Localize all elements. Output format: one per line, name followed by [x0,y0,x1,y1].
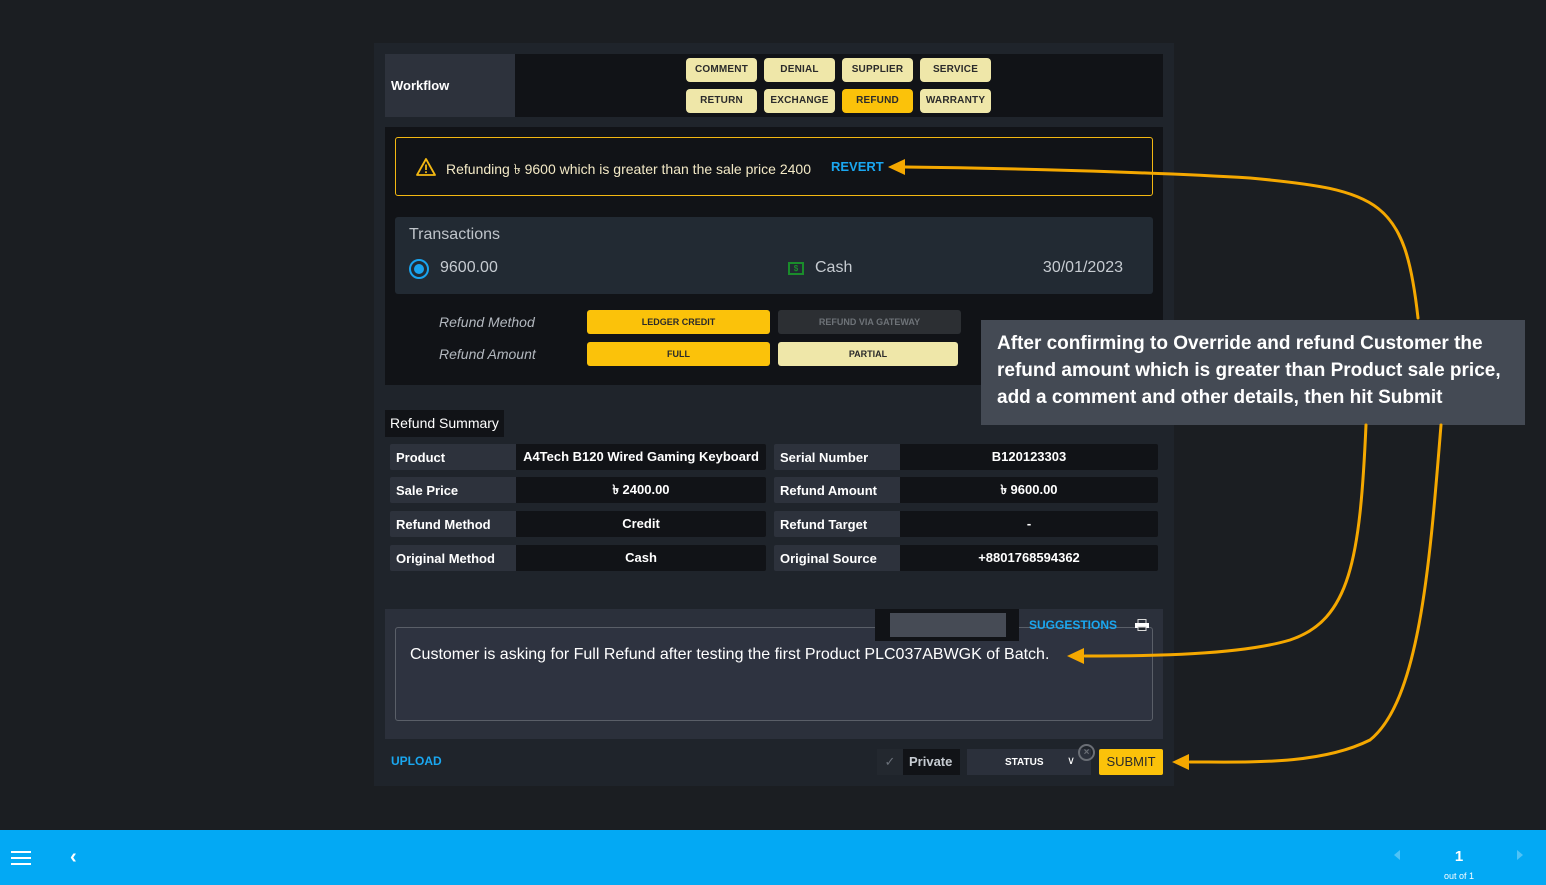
transactions-card: Transactions 9600.00 $ Cash 30/01/2023 [395,217,1153,294]
arrowhead-submit [1172,754,1189,770]
summary-key: Original Source [774,545,900,571]
summary-key: Refund Method [390,511,516,537]
refund-summary-title: Refund Summary [385,410,504,437]
summary-key: Refund Amount [774,477,900,503]
chevron-down-icon: ∨ [1067,755,1076,767]
private-toggle[interactable]: ✓ Private [877,749,960,775]
summary-value: Credit [516,511,766,537]
revert-button[interactable]: REVERT [831,159,884,174]
comment-textarea[interactable]: Customer is asking for Full Refund after… [395,627,1153,721]
previous-page-icon[interactable] [1394,850,1400,860]
transaction-method: Cash [815,259,853,276]
status-label: STATUS [1005,757,1044,768]
status-select[interactable]: STATUS ∨ [967,749,1091,775]
page: Workflow COMMENT DENIAL SUPPLIER SERVICE… [0,0,1546,885]
workflow-refund-button[interactable]: REFUND [842,89,913,113]
summary-row-refund-target: Refund Target - [774,511,1159,537]
summary-key: Sale Price [390,477,516,503]
summary-row-refund-amount: Refund Amount ৳ 9600.00 [774,477,1159,503]
transaction-radio[interactable] [409,259,429,279]
summary-key: Refund Target [774,511,900,537]
summary-row-serial-number: Serial Number B120123303 [774,444,1159,470]
summary-row-original-method: Original Method Cash [390,545,766,571]
transactions-title: Transactions [409,226,500,243]
workflow-exchange-button[interactable]: EXCHANGE [764,89,835,113]
suggestion-select [875,609,1019,641]
refund-amount-label: Refund Amount [439,346,536,362]
summary-value: A4Tech B120 Wired Gaming Keyboard [516,444,766,470]
next-page-icon[interactable] [1517,850,1523,860]
ledger-credit-button[interactable]: LEDGER CREDIT [587,310,770,334]
summary-key: Product [390,444,516,470]
summary-row-sale-price: Sale Price ৳ 2400.00 [390,477,766,503]
summary-row-original-source: Original Source +8801768594362 [774,545,1159,571]
partial-refund-button[interactable]: PARTIAL [778,342,958,366]
transaction-amount: 9600.00 [440,259,498,276]
workflow-comment-button[interactable]: COMMENT [686,58,757,82]
transaction-date: 30/01/2023 [1042,259,1123,276]
full-refund-button[interactable]: FULL [587,342,770,366]
summary-row-product: Product A4Tech B120 Wired Gaming Keyboar… [390,444,766,470]
workflow-return-button[interactable]: RETURN [686,89,757,113]
hamburger-menu-icon[interactable] [11,851,31,865]
page-number: 1 [1454,848,1464,865]
summary-value: +8801768594362 [900,545,1158,571]
print-icon[interactable] [1135,619,1149,631]
refund-method-label: Refund Method [439,314,535,330]
arrow-to-submit [1188,423,1443,764]
workflow-denial-button[interactable]: DENIAL [764,58,835,82]
override-alert: Refunding ৳ 9600 which is greater than t… [395,137,1153,196]
comment-section: Customer is asking for Full Refund after… [385,609,1163,739]
bottom-navigation-bar: ‹ 1 out of 1 [0,830,1546,885]
cash-icon: $ [788,262,804,275]
comment-text: Customer is asking for Full Refund after… [410,646,1050,663]
summary-key: Serial Number [774,444,900,470]
summary-value: Cash [516,545,766,571]
suggestion-input[interactable] [890,613,1006,637]
suggestions-button[interactable]: SUGGESTIONS [1029,618,1117,632]
workflow-warranty-button[interactable]: WARRANTY [920,89,991,113]
back-chevron-icon[interactable]: ‹ [70,846,77,869]
submit-button[interactable]: SUBMIT [1099,749,1163,775]
workflow-bar: Workflow COMMENT DENIAL SUPPLIER SERVICE… [385,54,1163,117]
annotation-callout: After confirming to Override and refund … [981,320,1525,425]
clear-status-icon[interactable]: × [1078,744,1095,761]
upload-button[interactable]: UPLOAD [391,754,442,768]
summary-value: B120123303 [900,444,1158,470]
refund-via-gateway-button[interactable]: REFUND VIA GATEWAY [778,310,961,334]
warning-icon [416,158,436,176]
summary-key: Original Method [390,545,516,571]
page-total: out of 1 [1443,871,1475,881]
alert-message: Refunding ৳ 9600 which is greater than t… [446,161,811,177]
workflow-label: Workflow [385,54,515,117]
summary-row-refund-method: Refund Method Credit [390,511,766,537]
summary-value: ৳ 2400.00 [516,477,766,503]
checkmark-icon: ✓ [877,749,903,775]
private-label: Private [909,754,953,769]
summary-value: ৳ 9600.00 [900,477,1158,503]
summary-value: - [900,511,1158,537]
workflow-supplier-button[interactable]: SUPPLIER [842,58,913,82]
workflow-service-button[interactable]: SERVICE [920,58,991,82]
